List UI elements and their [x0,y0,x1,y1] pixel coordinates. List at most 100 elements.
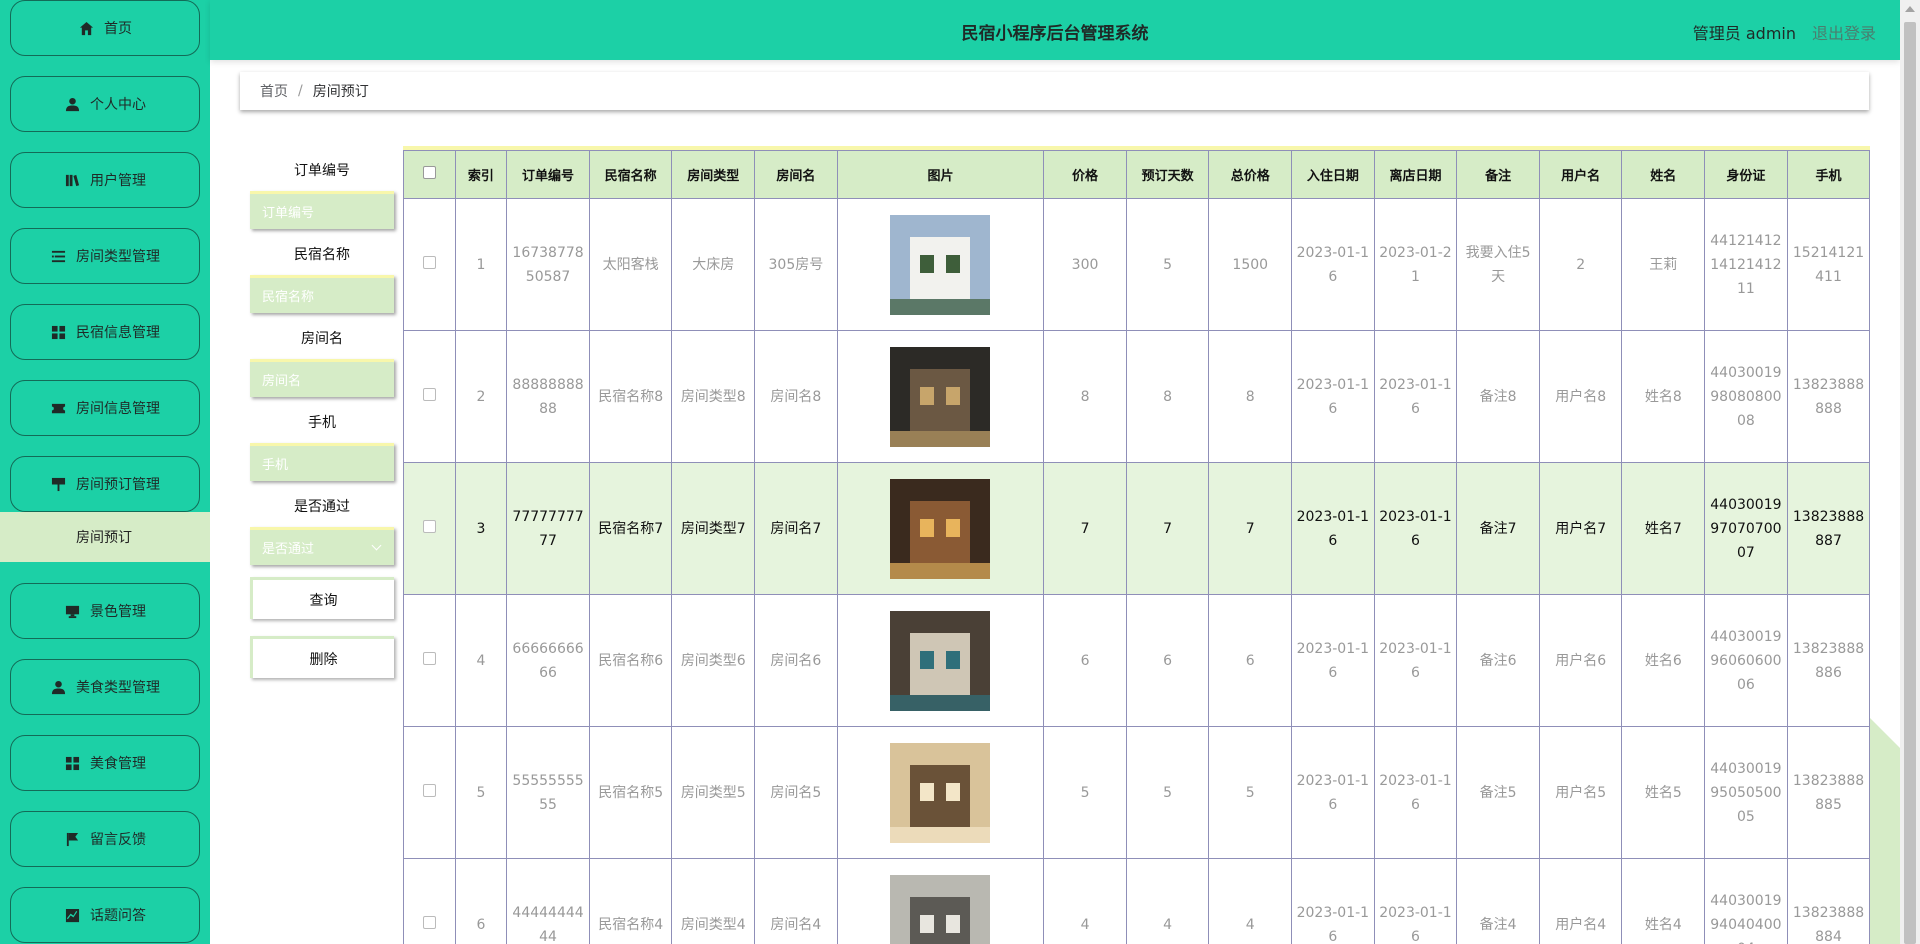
room-photo[interactable] [890,214,991,315]
scrollbar-thumb[interactable] [1904,22,1916,944]
room-photo[interactable] [890,478,991,579]
sidebar-item-2[interactable]: 用户管理 [10,152,200,208]
grid-icon [64,755,80,771]
cell-phone: 13823888888 [1786,330,1870,463]
phone-input[interactable]: 手机 [250,443,394,481]
approved-select[interactable]: 是否通过 [250,527,394,565]
order-no-placeholder: 订单编号 [262,206,315,221]
column-header: 总价格 [1208,150,1293,199]
select-all-cell [403,150,456,199]
row-checkbox[interactable] [422,387,436,401]
cell-checkout: 2023-01-21 [1373,198,1458,331]
sidebar-item-label: 留言反馈 [90,832,146,848]
table-row[interactable]: 3 7777777777 民宿名称7 房间类型7 房间名7 7 7 7 2023-01-16 20… [403,462,1870,595]
cell-name: 姓名6 [1621,594,1706,727]
room-photo[interactable] [890,742,991,843]
sidebar-item-7[interactable]: 景色管理 [10,583,200,639]
page-scrollbar[interactable] [1900,0,1920,944]
table-row[interactable]: 5 5555555555 民宿名称5 房间类型5 房间名5 5 5 5 2023-01-16 20… [403,726,1870,859]
table-row[interactable]: 1 1673877850587 太阳客栈 大床房 305房号 300 5 1500 2023-0… [403,198,1870,331]
column-header: 民宿名称 [588,150,673,199]
table-header-row: 索引 订单编号 民宿名称 房间类型 房间名 图片 价格 预订天数 总价格 入住日期 离店日期 备注 用户… [403,150,1870,199]
column-header: 房间名 [754,150,838,199]
cell-total: 4 [1208,858,1293,944]
sidebar-item-label: 首页 [104,21,132,37]
room-photo[interactable] [890,610,991,711]
cell-checkout: 2023-01-16 [1373,594,1458,727]
cell-order: 5555555555 [506,726,590,859]
cell-price: 5 [1043,726,1127,859]
list-icon [50,248,66,264]
person-icon [50,679,66,695]
room-photo-cell [836,726,1045,859]
homestay-name-input[interactable]: 民宿名称 [250,275,394,313]
cell-type: 房间类型7 [671,462,756,595]
cell-name: 姓名5 [1621,726,1706,859]
sidebar-item-5[interactable]: 房间信息管理 [10,380,200,436]
cell-checkin: 2023-01-16 [1291,330,1375,463]
order-no-input[interactable]: 订单编号 [250,191,394,229]
row-checkbox[interactable] [422,255,436,269]
sidebar-item-6[interactable]: 房间预订管理 [10,456,200,512]
sidebar-item-10[interactable]: 留言反馈 [10,811,200,867]
sidebar-item-9[interactable]: 美食管理 [10,735,200,791]
breadcrumb-home[interactable]: 首页 [260,81,288,101]
query-button[interactable]: 查询 [250,577,394,619]
room-name-input[interactable]: 房间名 [250,359,394,397]
sidebar-item-4[interactable]: 民宿信息管理 [10,304,200,360]
row-checkbox[interactable] [422,783,436,797]
delete-button[interactable]: 删除 [250,636,394,678]
cell-total: 5 [1208,726,1293,859]
select-all-checkbox[interactable] [422,166,436,179]
cell-user: 2 [1538,198,1623,331]
cell-total: 8 [1208,330,1293,463]
sidebar-item-label: 房间类型管理 [76,249,160,265]
cell-price: 6 [1043,594,1127,727]
cell-type: 大床房 [671,198,756,331]
sidebar-item-0[interactable]: 首页 [10,0,200,56]
table-row[interactable]: 4 6666666666 民宿名称6 房间类型6 房间名6 6 6 6 2023-01-16 20… [403,594,1870,727]
scroll-up-arrow-icon[interactable] [1905,6,1915,12]
library-icon [64,172,80,188]
person-icon [64,96,80,112]
sidebar-item-11[interactable]: 话题问答 [10,887,200,943]
cell-homestay: 民宿名称8 [588,330,673,463]
cell-idx: 2 [454,330,508,463]
room-name-placeholder: 房间名 [262,374,302,389]
room-photo[interactable] [890,346,991,447]
row-select-cell [403,462,456,595]
cell-checkin: 2023-01-16 [1291,462,1375,595]
column-header: 离店日期 [1373,150,1458,199]
row-checkbox[interactable] [422,651,436,665]
row-select-cell [403,726,456,859]
grid-icon [50,324,66,340]
breadcrumb-current: 房间预订 [312,84,369,100]
room-photo-cell [836,330,1045,463]
column-header: 用户名 [1538,150,1623,199]
row-checkbox[interactable] [422,915,436,929]
sidebar-item-8[interactable]: 美食类型管理 [10,659,200,715]
cell-name: 姓名7 [1621,462,1706,595]
cell-room: 房间名8 [754,330,838,463]
cell-name: 王莉 [1621,198,1706,331]
sidebar-subitem-room-booking[interactable]: 房间预订 [0,512,210,562]
table-row[interactable]: 2 8888888888 民宿名称8 房间类型8 房间名8 8 8 8 2023-01-16 20… [403,330,1870,463]
cell-note: 备注5 [1456,726,1540,859]
sidebar-item-label: 房间预订管理 [76,477,160,493]
sidebar-item-label: 个人中心 [90,97,146,113]
order-no-label: 订单编号 [294,163,350,179]
room-photo-cell [836,198,1045,331]
cell-order: 8888888888 [506,330,590,463]
room-photo[interactable] [890,874,991,944]
row-checkbox[interactable] [422,519,436,533]
sidebar: 首页个人中心用户管理房间类型管理民宿信息管理 房间信息管理房间预订管理房间预订景色… [0,0,210,944]
cell-homestay: 民宿名称5 [588,726,673,859]
cell-note: 我要入住5天 [1456,198,1540,331]
sidebar-item-label: 话题问答 [90,908,146,924]
table-row[interactable]: 6 4444444444 民宿名称4 房间类型4 房间名4 4 4 4 2023-01-16 20… [403,858,1870,944]
sidebar-item-3[interactable]: 房间类型管理 [10,228,200,284]
cell-phone: 13823888885 [1786,726,1870,859]
sidebar-item-1[interactable]: 个人中心 [10,76,200,132]
logout-link[interactable]: 退出登录 [1812,20,1876,44]
cell-total: 6 [1208,594,1293,727]
